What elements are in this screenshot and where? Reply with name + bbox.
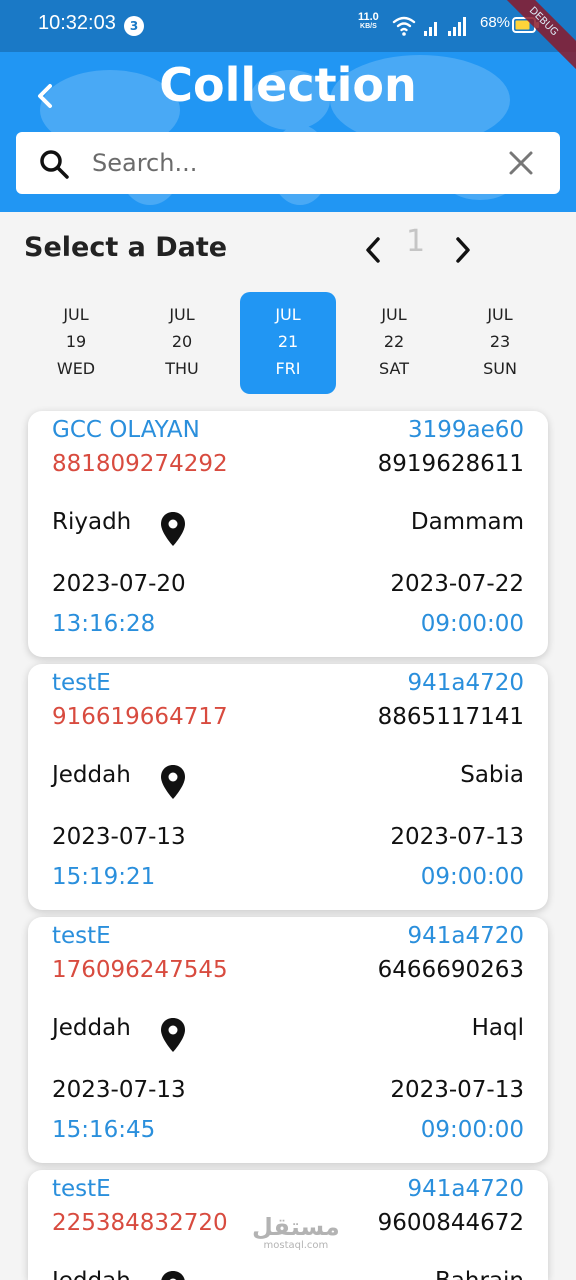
- phone-number: 9600844672: [377, 1210, 524, 1236]
- date-weekday: THU: [165, 359, 199, 378]
- date-month: JUL: [381, 305, 407, 324]
- select-date-title: Select a Date: [24, 232, 228, 263]
- page-number: 1: [406, 224, 426, 259]
- order-code: 941a4720: [407, 1176, 524, 1202]
- previous-page-chevron-icon[interactable]: [360, 234, 386, 266]
- origin-city: Riyadh: [52, 509, 132, 535]
- date-item-jul-21-selected[interactable]: JUL 21 FRI: [240, 292, 336, 394]
- next-page-chevron-icon[interactable]: [450, 234, 476, 266]
- cell-signal-2-icon: [448, 17, 466, 36]
- destination-city: Bahrain: [435, 1268, 524, 1280]
- clear-search-icon[interactable]: [508, 150, 534, 176]
- network-speed-value: 11.0: [358, 11, 379, 23]
- date-day: 21: [277, 332, 299, 351]
- date-day: 22: [383, 332, 405, 351]
- order-code: 3199ae60: [407, 417, 524, 443]
- phone-number: 6466690263: [377, 957, 524, 983]
- date-month: JUL: [275, 305, 301, 324]
- date-month: JUL: [63, 305, 89, 324]
- delivery-time: 09:00:00: [420, 611, 524, 637]
- wifi-icon: [392, 16, 416, 32]
- phone-number: 8919628611: [377, 451, 524, 477]
- date-weekday: WED: [56, 359, 96, 378]
- pickup-time: 15:19:21: [52, 864, 156, 890]
- delivery-time: 09:00:00: [420, 1117, 524, 1143]
- date-weekday: FRI: [275, 359, 301, 378]
- phone-number: 8865117141: [377, 704, 524, 730]
- date-item-jul-23[interactable]: JUL 23 SUN: [452, 292, 548, 394]
- customer-name: testE: [52, 1176, 111, 1202]
- awb-number: 225384832720: [52, 1210, 228, 1236]
- app-header: 10:32:03 3 11.0 KB/S 68% DEBUG Collectio…: [0, 0, 576, 212]
- collection-card[interactable]: testE 941a4720 916619664717 8865117141 J…: [28, 664, 548, 910]
- order-code: 941a4720: [407, 670, 524, 696]
- destination-city: Sabia: [460, 762, 524, 788]
- search-icon: [40, 150, 69, 179]
- notification-count-badge: 3: [124, 16, 144, 36]
- awb-number: 176096247545: [52, 957, 228, 983]
- delivery-date: 2023-07-22: [390, 571, 524, 597]
- date-weekday: SUN: [483, 359, 517, 378]
- pickup-time: 15:16:45: [52, 1117, 156, 1143]
- location-pin-icon: [161, 1271, 185, 1280]
- pickup-time: 13:16:28: [52, 611, 156, 637]
- location-pin-icon: [161, 765, 185, 799]
- network-speed: 11.0 KB/S: [358, 12, 379, 32]
- collection-card[interactable]: testE 941a4720 176096247545 6466690263 J…: [28, 917, 548, 1163]
- order-code: 941a4720: [407, 923, 524, 949]
- date-item-jul-20[interactable]: JUL 20 THU: [134, 292, 230, 394]
- pickup-date: 2023-07-20: [52, 571, 186, 597]
- page-title: Collection: [159, 58, 417, 112]
- collection-card[interactable]: GCC OLAYAN 3199ae60 881809274292 8919628…: [28, 411, 548, 657]
- customer-name: GCC OLAYAN: [52, 417, 200, 443]
- date-day: 19: [65, 332, 87, 351]
- location-pin-icon: [161, 512, 185, 546]
- signal-wifi-icons: [392, 16, 466, 36]
- search-bar: [16, 132, 560, 194]
- destination-city: Haql: [471, 1015, 524, 1041]
- mostaql-watermark: مستقل mostaql.com: [252, 1214, 340, 1251]
- cell-signal-icon: [424, 22, 437, 36]
- date-item-jul-19[interactable]: JUL 19 WED: [28, 292, 124, 394]
- status-bar: 10:32:03 3 11.0 KB/S 68%: [0, 0, 576, 52]
- date-month: JUL: [169, 305, 195, 324]
- watermark-latin: mostaql.com: [263, 1240, 329, 1251]
- delivery-date: 2023-07-13: [390, 824, 524, 850]
- date-day: 20: [171, 332, 193, 351]
- status-time: 10:32:03: [38, 12, 116, 34]
- date-month: JUL: [487, 305, 513, 324]
- search-input[interactable]: [92, 142, 492, 184]
- watermark-arabic: مستقل: [252, 1213, 340, 1241]
- pickup-date: 2023-07-13: [52, 824, 186, 850]
- origin-city: Jeddah: [52, 1268, 131, 1280]
- date-item-jul-22[interactable]: JUL 22 SAT: [346, 292, 442, 394]
- battery-percent: 68%: [480, 14, 511, 31]
- location-pin-icon: [161, 1018, 185, 1052]
- customer-name: testE: [52, 923, 111, 949]
- pickup-date: 2023-07-13: [52, 1077, 186, 1103]
- date-weekday: SAT: [379, 359, 409, 378]
- awb-number: 916619664717: [52, 704, 228, 730]
- customer-name: testE: [52, 670, 111, 696]
- delivery-time: 09:00:00: [420, 864, 524, 890]
- destination-city: Dammam: [410, 509, 524, 535]
- network-speed-unit: KB/S: [360, 23, 377, 30]
- date-strip: JUL 19 WED JUL 20 THU JUL 21 FRI JUL 22 …: [24, 292, 552, 396]
- awb-number: 881809274292: [52, 451, 228, 477]
- origin-city: Jeddah: [52, 762, 131, 788]
- origin-city: Jeddah: [52, 1015, 131, 1041]
- date-day: 23: [489, 332, 511, 351]
- delivery-date: 2023-07-13: [390, 1077, 524, 1103]
